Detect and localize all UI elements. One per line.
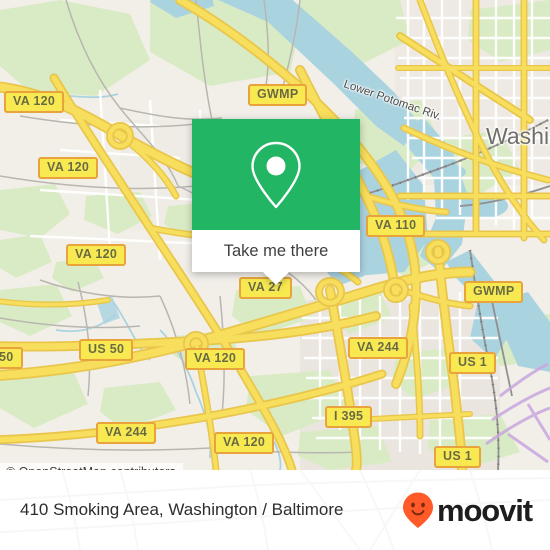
footer-content: 410 Smoking Area, Washington / Baltimore… (0, 470, 550, 550)
card-pointer (263, 272, 289, 285)
moovit-map-screen: Washin Lower Potomac Riv. VA 120 VA 120 … (0, 0, 550, 550)
moovit-wordmark: moovit (436, 492, 533, 528)
shield-gwmp-right[interactable]: GWMP (464, 281, 524, 303)
take-me-there-label: Take me there (223, 241, 329, 260)
moovit-smiley-pin-icon (402, 492, 433, 528)
shield-va-244-mid[interactable]: VA 244 (348, 337, 409, 359)
footer-bar: 410 Smoking Area, Washington / Baltimore… (0, 470, 550, 550)
take-me-there-card[interactable]: Take me there (192, 119, 360, 285)
shield-va-244-sw[interactable]: VA 244 (96, 422, 157, 444)
map-canvas[interactable]: Washin Lower Potomac Riv. VA 120 VA 120 … (0, 0, 550, 470)
map-pin-icon (251, 141, 301, 208)
shield-va-120-mid[interactable]: VA 120 (66, 244, 127, 266)
shield-us-50[interactable]: US 50 (79, 339, 134, 361)
osm-attribution[interactable]: © OpenStreetMap contributors (0, 463, 183, 470)
shield-us-1-upper[interactable]: US 1 (449, 352, 496, 374)
moovit-logo[interactable]: moovit (402, 491, 533, 529)
card-header (192, 119, 360, 230)
shield-va-120-w[interactable]: VA 120 (38, 157, 99, 179)
shield-gwmp-top[interactable]: GWMP (248, 84, 308, 106)
shield-us-1-lower[interactable]: US 1 (434, 446, 481, 468)
shield-va-120-nw[interactable]: VA 120 (4, 91, 65, 113)
location-title: 410 Smoking Area, Washington / Baltimore (20, 500, 344, 519)
shield-va-120-s[interactable]: VA 120 (185, 348, 246, 370)
shield-va-120-sw[interactable]: VA 120 (214, 432, 275, 454)
shield-50-left[interactable]: 50 (0, 347, 23, 369)
card-footer[interactable]: Take me there (192, 230, 360, 272)
shield-i-395[interactable]: I 395 (325, 406, 373, 428)
shield-va-110[interactable]: VA 110 (366, 215, 426, 237)
place-label-washington: Washin (486, 123, 550, 149)
